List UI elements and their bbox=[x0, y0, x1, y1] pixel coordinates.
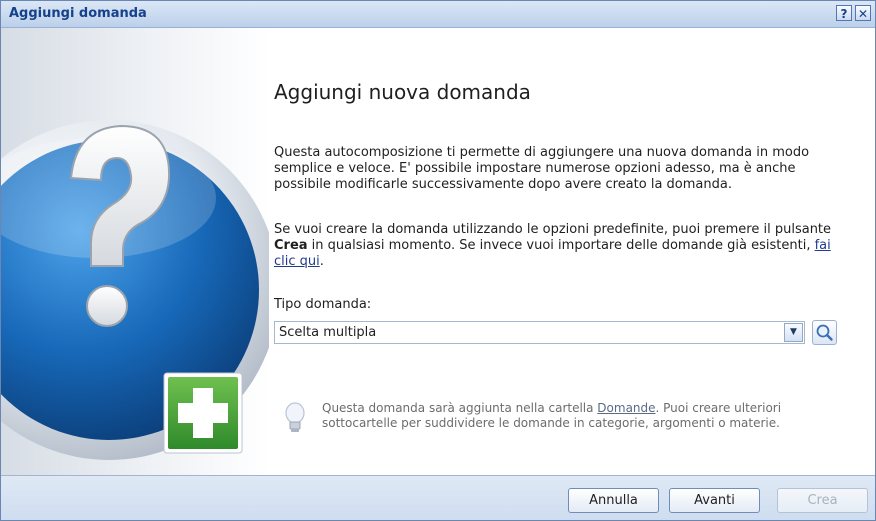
page-title: Aggiungi nuova domanda bbox=[274, 80, 531, 104]
question-illustration bbox=[1, 120, 269, 460]
folder-tip: Questa domanda sarà aggiunta nella carte… bbox=[322, 401, 842, 431]
search-button[interactable] bbox=[812, 320, 837, 345]
lightbulb-icon bbox=[285, 402, 305, 432]
help-icon[interactable]: ? bbox=[836, 5, 852, 21]
button-bar: Annulla Avanti Crea bbox=[1, 475, 875, 520]
question-type-label: Tipo domanda: bbox=[274, 297, 372, 312]
defaults-text-1: Se vuoi creare la domanda utilizzando le… bbox=[274, 222, 832, 237]
defaults-text-2: in qualsiasi momento. Se invece vuoi imp… bbox=[307, 238, 815, 253]
defaults-text-end: . bbox=[319, 254, 324, 269]
crea-bold-text: Crea bbox=[274, 238, 308, 253]
cancel-button[interactable]: Annulla bbox=[568, 488, 659, 513]
title-bar: Aggiungi domanda ? ✕ bbox=[1, 1, 875, 28]
defaults-paragraph: Se vuoi creare la domanda utilizzando le… bbox=[274, 222, 849, 270]
question-type-select[interactable]: Scelta multipla ▼ bbox=[274, 321, 805, 344]
wizard-side-panel bbox=[1, 28, 269, 476]
dropdown-arrow-icon[interactable]: ▼ bbox=[784, 323, 803, 342]
question-type-value: Scelta multipla bbox=[279, 325, 377, 340]
add-plus-icon bbox=[163, 372, 243, 454]
add-question-dialog: Aggiungi domanda ? ✕ Aggiungi nuova doma… bbox=[0, 0, 876, 521]
intro-paragraph: Questa autocomposizione ti permette di a… bbox=[274, 145, 810, 192]
close-icon[interactable]: ✕ bbox=[855, 5, 871, 21]
create-button[interactable]: Crea bbox=[777, 488, 868, 513]
questions-folder-link[interactable]: Domande bbox=[597, 401, 655, 415]
window-title: Aggiungi domanda bbox=[9, 6, 147, 21]
tip-text-1: Questa domanda sarà aggiunta nella carte… bbox=[322, 401, 598, 415]
magnifier-icon bbox=[816, 324, 833, 341]
next-button[interactable]: Avanti bbox=[669, 488, 760, 513]
